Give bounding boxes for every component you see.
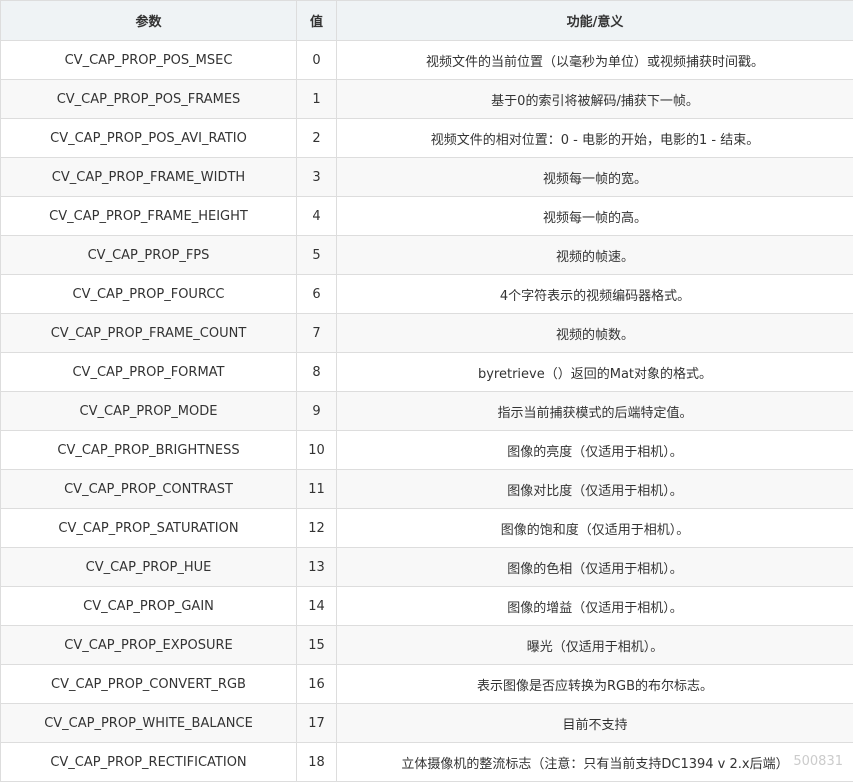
- value-cell: 18: [296, 742, 337, 782]
- table-body: CV_CAP_PROP_POS_MSEC 0 视频文件的当前位置（以毫秒为单位）或视…: [0, 40, 853, 782]
- table-row: CV_CAP_PROP_CONTRAST 11 图像对比度（仅适用于相机）。: [0, 469, 853, 509]
- header-param: 参数: [0, 0, 297, 41]
- table-row: CV_CAP_PROP_FRAME_WIDTH 3 视频每一帧的宽。: [0, 157, 853, 197]
- meaning-cell: 曝光（仅适用于相机）。: [336, 625, 853, 665]
- value-cell: 6: [296, 274, 337, 314]
- param-cell: CV_CAP_PROP_FORMAT: [0, 352, 297, 392]
- param-cell: CV_CAP_PROP_FRAME_COUNT: [0, 313, 297, 353]
- meaning-cell: 4个字符表示的视频编码器格式。: [336, 274, 853, 314]
- table-row: CV_CAP_PROP_HUE 13 图像的色相（仅适用于相机）。: [0, 547, 853, 587]
- value-cell: 4: [296, 196, 337, 236]
- param-cell: CV_CAP_PROP_FPS: [0, 235, 297, 275]
- properties-table: 参数 值 功能/意义 CV_CAP_PROP_POS_MSEC 0 视频文件的当前位…: [0, 0, 853, 782]
- value-cell: 14: [296, 586, 337, 626]
- value-cell: 3: [296, 157, 337, 197]
- header-value: 值: [296, 0, 337, 41]
- param-cell: CV_CAP_PROP_FOURCC: [0, 274, 297, 314]
- table-row: CV_CAP_PROP_CONVERT_RGB 16 表示图像是否应转换为RGB的布…: [0, 664, 853, 704]
- meaning-cell: 视频每一帧的宽。: [336, 157, 853, 197]
- meaning-cell: 视频的帧速。: [336, 235, 853, 275]
- meaning-cell: byretrieve（）返回的Mat对象的格式。: [336, 352, 853, 392]
- param-cell: CV_CAP_PROP_HUE: [0, 547, 297, 587]
- param-cell: CV_CAP_PROP_POS_MSEC: [0, 40, 297, 80]
- value-cell: 0: [296, 40, 337, 80]
- table-header: 参数 值 功能/意义: [0, 0, 853, 41]
- meaning-cell: 图像对比度（仅适用于相机）。: [336, 469, 853, 509]
- meaning-cell: 视频文件的相对位置：0 - 电影的开始，电影的1 - 结束。: [336, 118, 853, 158]
- table-row: CV_CAP_PROP_GAIN 14 图像的增益（仅适用于相机）。: [0, 586, 853, 626]
- meaning-cell: 视频的帧数。: [336, 313, 853, 353]
- table-row: CV_CAP_PROP_EXPOSURE 15 曝光（仅适用于相机）。: [0, 625, 853, 665]
- param-cell: CV_CAP_PROP_FRAME_HEIGHT: [0, 196, 297, 236]
- value-cell: 11: [296, 469, 337, 509]
- param-cell: CV_CAP_PROP_BRIGHTNESS: [0, 430, 297, 470]
- table-row: CV_CAP_PROP_RECTIFICATION 18 立体摄像机的整流标志（注意…: [0, 742, 853, 782]
- table-row: CV_CAP_PROP_FORMAT 8 byretrieve（）返回的Mat对象的…: [0, 352, 853, 392]
- param-cell: CV_CAP_PROP_CONTRAST: [0, 469, 297, 509]
- meaning-cell: 基于0的索引将被解码/捕获下一帧。: [336, 79, 853, 119]
- value-cell: 10: [296, 430, 337, 470]
- param-cell: CV_CAP_PROP_MODE: [0, 391, 297, 431]
- param-cell: CV_CAP_PROP_WHITE_BALANCE: [0, 703, 297, 743]
- header-row: 参数 值 功能/意义: [0, 0, 853, 41]
- meaning-cell: 立体摄像机的整流标志（注意：只有当前支持DC1394 v 2.x后端）: [336, 742, 853, 782]
- param-cell: CV_CAP_PROP_EXPOSURE: [0, 625, 297, 665]
- param-cell: CV_CAP_PROP_GAIN: [0, 586, 297, 626]
- meaning-cell: 图像的增益（仅适用于相机）。: [336, 586, 853, 626]
- value-cell: 1: [296, 79, 337, 119]
- meaning-cell: 指示当前捕获模式的后端特定值。: [336, 391, 853, 431]
- header-meaning: 功能/意义: [336, 0, 853, 41]
- meaning-cell: 目前不支持: [336, 703, 853, 743]
- value-cell: 17: [296, 703, 337, 743]
- value-cell: 5: [296, 235, 337, 275]
- meaning-cell: 图像的饱和度（仅适用于相机）。: [336, 508, 853, 548]
- meaning-cell: 表示图像是否应转换为RGB的布尔标志。: [336, 664, 853, 704]
- table-row: CV_CAP_PROP_BRIGHTNESS 10 图像的亮度（仅适用于相机）。: [0, 430, 853, 470]
- meaning-cell: 图像的色相（仅适用于相机）。: [336, 547, 853, 587]
- table-row: CV_CAP_PROP_POS_MSEC 0 视频文件的当前位置（以毫秒为单位）或视…: [0, 40, 853, 80]
- value-cell: 13: [296, 547, 337, 587]
- value-cell: 16: [296, 664, 337, 704]
- table-row: CV_CAP_PROP_MODE 9 指示当前捕获模式的后端特定值。: [0, 391, 853, 431]
- param-cell: CV_CAP_PROP_CONVERT_RGB: [0, 664, 297, 704]
- meaning-cell: 视频每一帧的高。: [336, 196, 853, 236]
- table-row: CV_CAP_PROP_WHITE_BALANCE 17 目前不支持: [0, 703, 853, 743]
- param-cell: CV_CAP_PROP_POS_FRAMES: [0, 79, 297, 119]
- value-cell: 2: [296, 118, 337, 158]
- table-row: CV_CAP_PROP_POS_AVI_RATIO 2 视频文件的相对位置：0 - …: [0, 118, 853, 158]
- param-cell: CV_CAP_PROP_POS_AVI_RATIO: [0, 118, 297, 158]
- param-cell: CV_CAP_PROP_FRAME_WIDTH: [0, 157, 297, 197]
- param-cell: CV_CAP_PROP_RECTIFICATION: [0, 742, 297, 782]
- table-row: CV_CAP_PROP_FRAME_HEIGHT 4 视频每一帧的高。: [0, 196, 853, 236]
- table-row: CV_CAP_PROP_FOURCC 6 4个字符表示的视频编码器格式。: [0, 274, 853, 314]
- meaning-cell: 视频文件的当前位置（以毫秒为单位）或视频捕获时间戳。: [336, 40, 853, 80]
- table-row: CV_CAP_PROP_FRAME_COUNT 7 视频的帧数。: [0, 313, 853, 353]
- value-cell: 15: [296, 625, 337, 665]
- value-cell: 12: [296, 508, 337, 548]
- param-cell: CV_CAP_PROP_SATURATION: [0, 508, 297, 548]
- meaning-cell: 图像的亮度（仅适用于相机）。: [336, 430, 853, 470]
- value-cell: 8: [296, 352, 337, 392]
- value-cell: 7: [296, 313, 337, 353]
- table-row: CV_CAP_PROP_POS_FRAMES 1 基于0的索引将被解码/捕获下一帧。: [0, 79, 853, 119]
- table-row: CV_CAP_PROP_SATURATION 12 图像的饱和度（仅适用于相机）。: [0, 508, 853, 548]
- value-cell: 9: [296, 391, 337, 431]
- table-row: CV_CAP_PROP_FPS 5 视频的帧速。: [0, 235, 853, 275]
